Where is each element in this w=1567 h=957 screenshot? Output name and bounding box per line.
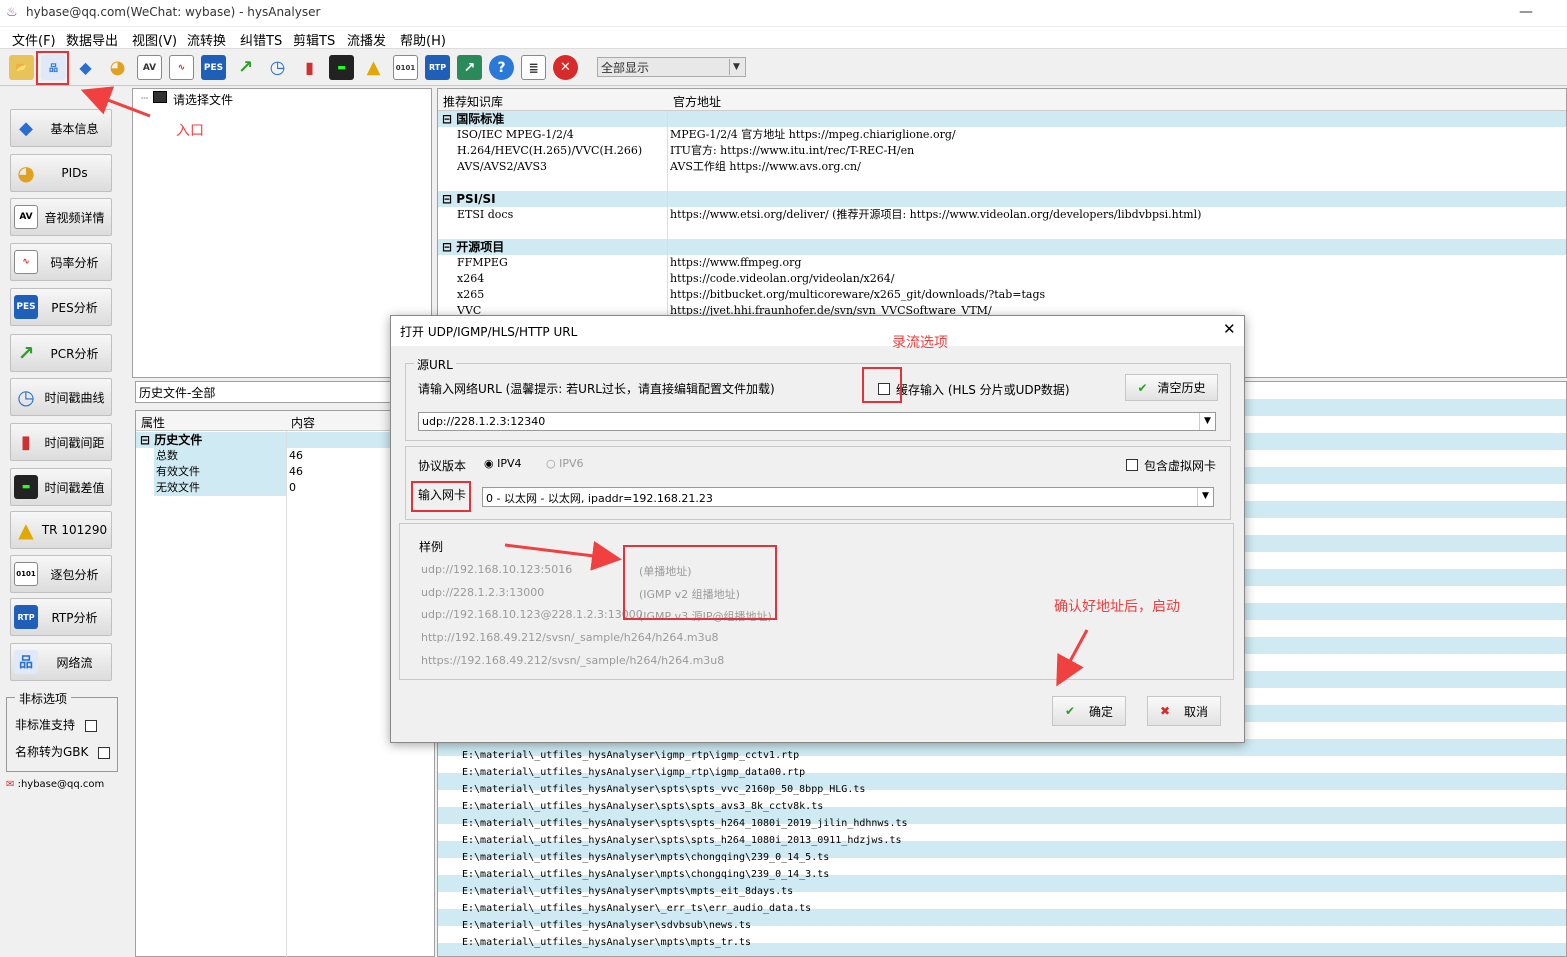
entry-annotation: 入口 [176, 123, 204, 139]
confirm-annotation: 确认好地址后，启动 [1054, 599, 1180, 615]
confirm-arrow [1056, 629, 1089, 687]
record-annotation: 录流选项 [892, 335, 948, 351]
examples-arrow [504, 540, 622, 571]
entry-arrow [80, 86, 151, 118]
annotation-arrows [80, 86, 1089, 687]
